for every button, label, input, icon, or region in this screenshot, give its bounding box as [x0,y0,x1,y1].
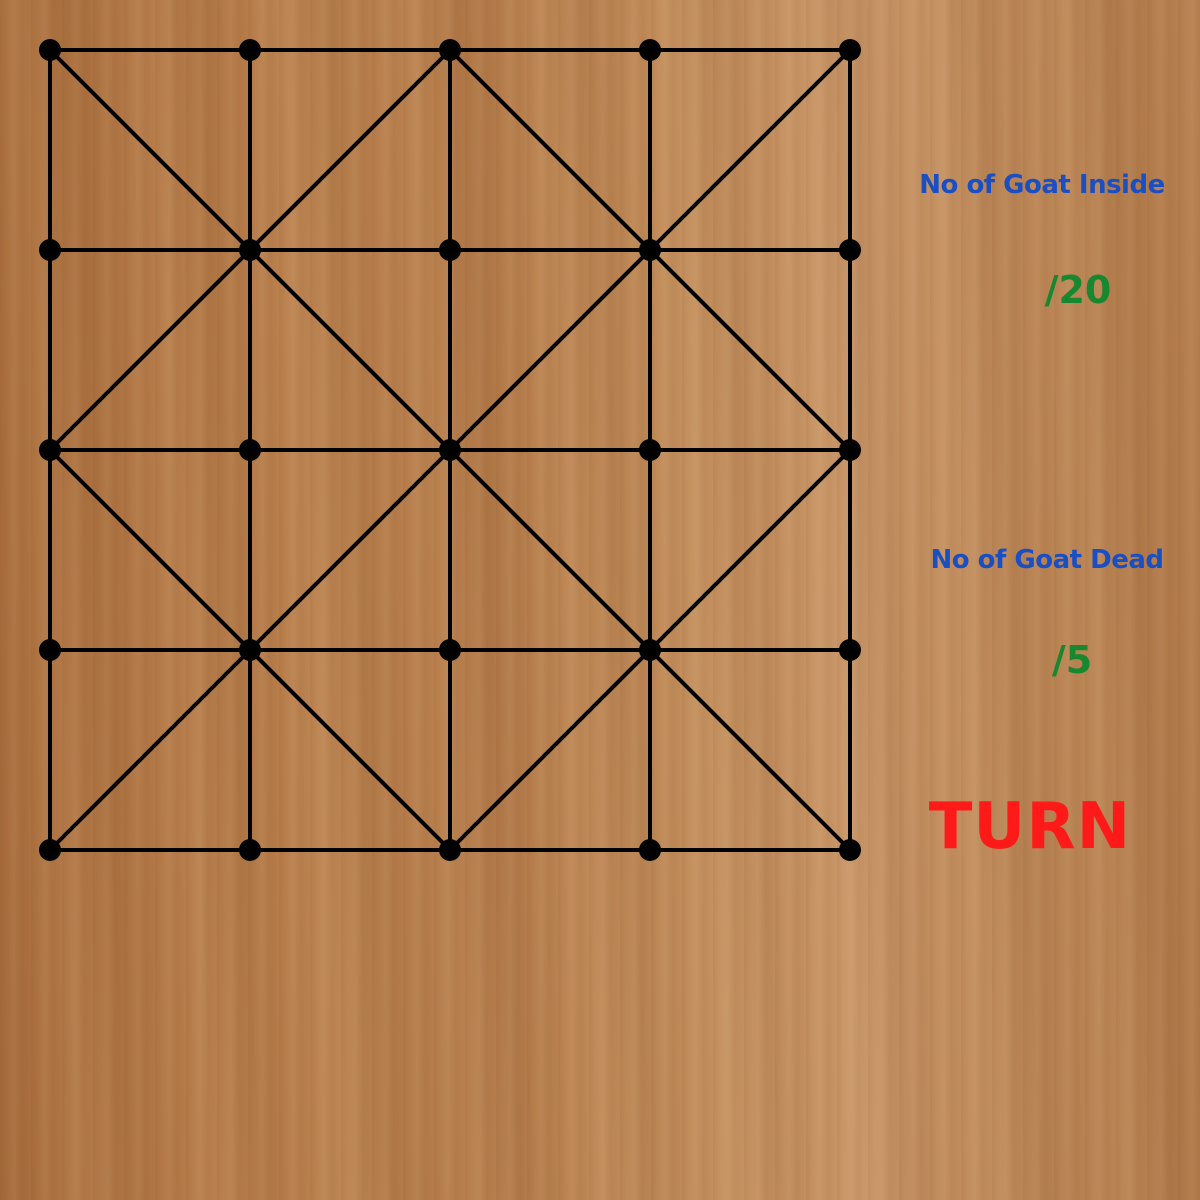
goat-inside-label: No of Goat Inside [919,170,1165,200]
goat-inside-count: /20 [1044,268,1112,312]
board-point[interactable] [39,639,61,661]
board-point[interactable] [239,839,261,861]
board-line-diagonal [648,48,852,252]
board-point[interactable] [639,439,661,461]
board-point[interactable] [639,239,661,261]
board-point[interactable] [39,839,61,861]
board-point[interactable] [639,39,661,61]
board-point[interactable] [39,239,61,261]
board-point[interactable] [239,39,261,61]
board-line-diagonal [648,248,852,452]
board-line-diagonal [648,648,852,852]
board-point[interactable] [439,39,461,61]
board-line-diagonal [448,48,652,252]
board-point[interactable] [839,839,861,861]
board-point[interactable] [639,639,661,661]
board-line-diagonal [448,448,652,652]
board-point[interactable] [39,39,61,61]
board-line-diagonal [448,248,652,452]
board-line-diagonal [248,248,452,452]
board-line-diagonal [648,448,852,652]
board-point[interactable] [39,439,61,461]
board-line-diagonal [48,48,252,252]
board-point[interactable] [439,239,461,261]
board-line-diagonal [248,648,452,852]
board-point[interactable] [639,839,661,861]
board-line-diagonal [448,648,652,852]
board-point[interactable] [239,639,261,661]
board-line-diagonal [248,48,452,252]
turn-indicator: TURN [928,790,1132,864]
board-point[interactable] [439,639,461,661]
board-point[interactable] [839,239,861,261]
goat-dead-count: /5 [1051,638,1093,682]
board-line-diagonal [248,448,452,652]
goat-dead-label: No of Goat Dead [930,545,1165,575]
board-point[interactable] [839,39,861,61]
board-point[interactable] [239,239,261,261]
board-point[interactable] [239,439,261,461]
board-line-diagonal [48,248,252,452]
board-point[interactable] [839,639,861,661]
board-point[interactable] [439,439,461,461]
board-line-diagonal [48,448,252,652]
board-point[interactable] [839,439,861,461]
board-point[interactable] [439,839,461,861]
board-line-diagonal [48,648,252,852]
